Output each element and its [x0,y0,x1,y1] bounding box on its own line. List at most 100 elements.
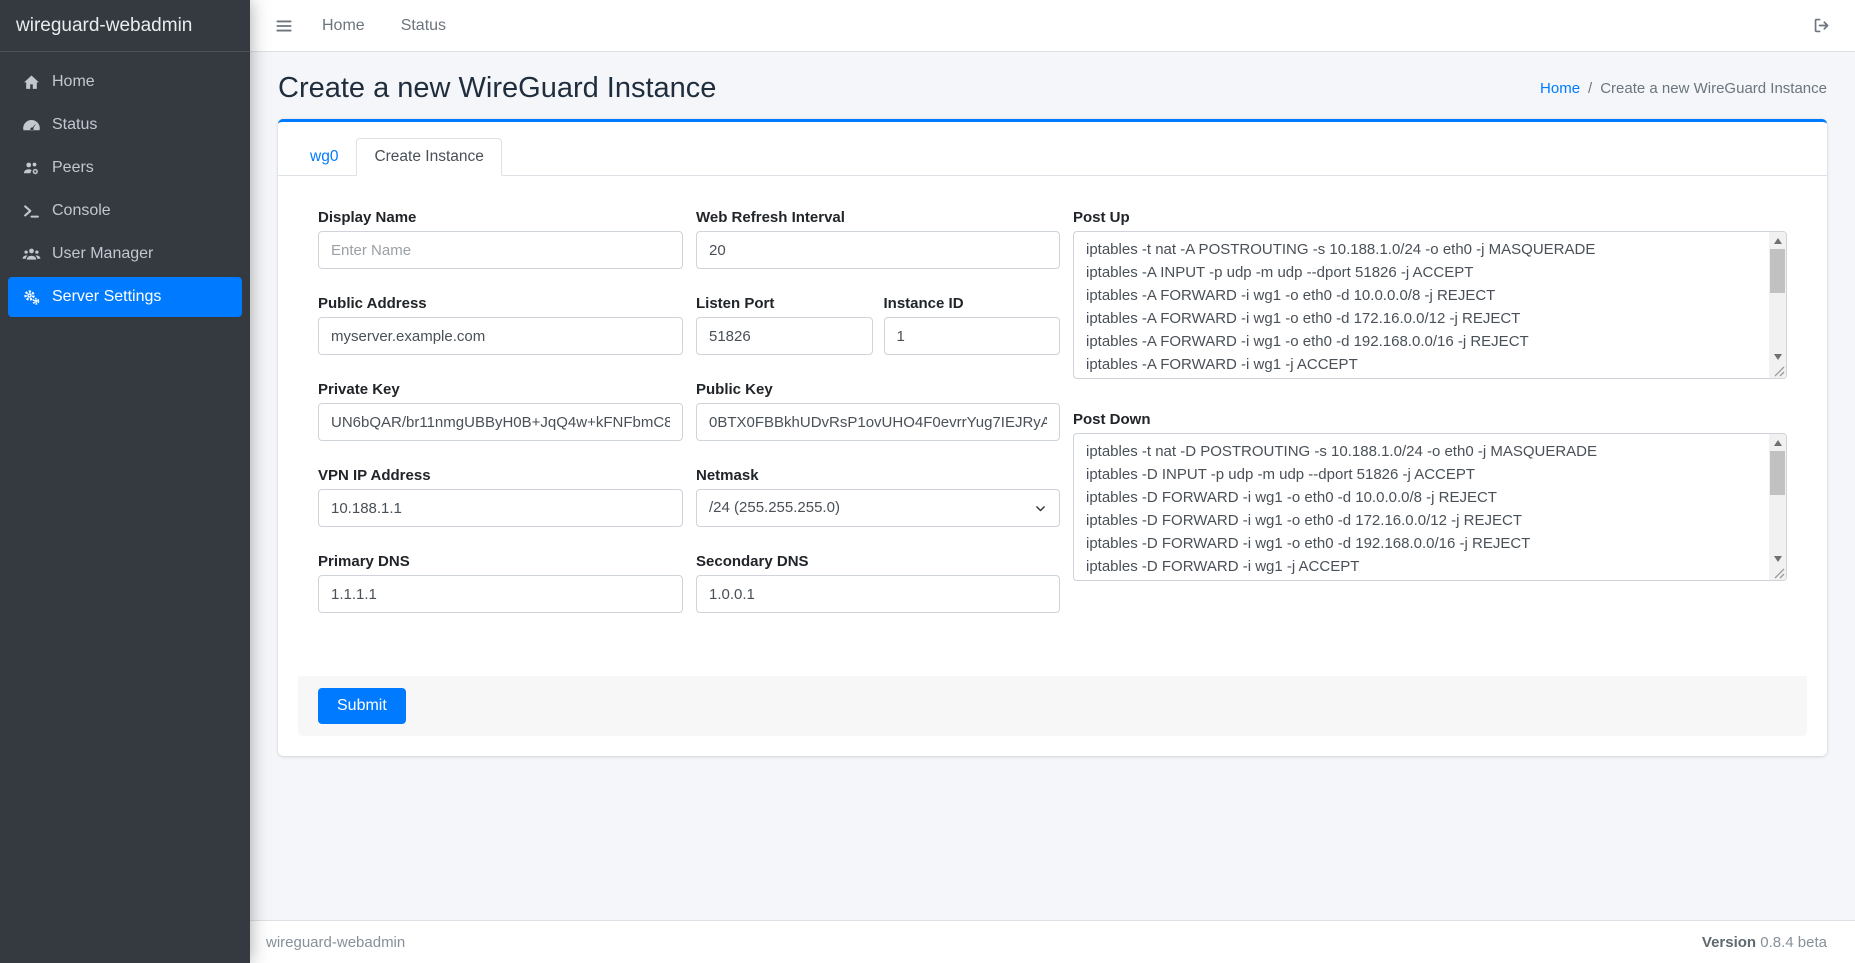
instance-tabs: wg0 Create Instance [278,122,1827,176]
private-key-group: Private Key [318,381,683,441]
brand-label: wireguard-webadmin [16,15,192,37]
users-gear-icon [16,159,46,178]
web-refresh-group: Web Refresh Interval [696,209,1060,269]
sidebar-item-label: Peers [52,159,94,177]
content-area: Create a new WireGuard Instance Home / C… [250,52,1855,920]
sidebar-item-label: Status [52,116,97,134]
post-up-scrollbar[interactable] [1769,232,1786,378]
public-key-group: Public Key [696,381,1060,441]
netmask-label: Netmask [696,467,1060,485]
post-up-wrap: iptables -t nat -A POSTROUTING -s 10.188… [1073,231,1787,379]
web-refresh-input[interactable] [696,231,1060,269]
scrollbar-thumb[interactable] [1770,249,1785,293]
sidebar-item-home[interactable]: Home [8,62,242,102]
triangle-down-icon [1774,556,1782,562]
breadcrumb: Home / Create a new WireGuard Instance [1540,80,1827,97]
app-root: wireguard-webadmin Home Status [0,0,1855,963]
hamburger-icon [274,16,294,36]
sidebar-item-console[interactable]: Console [8,191,242,231]
listen-port-input[interactable] [696,317,873,355]
instance-id-label: Instance ID [884,295,1061,313]
scroll-down-button[interactable] [1769,551,1786,566]
display-name-group: Display Name [318,209,683,269]
resize-grip-icon[interactable] [1774,366,1785,377]
secondary-dns-input[interactable] [696,575,1060,613]
gears-icon [16,288,46,307]
home-icon [16,73,46,92]
sidebar-item-label: User Manager [52,245,153,263]
sidebar-item-server-settings[interactable]: Server Settings [8,277,242,317]
scroll-down-button[interactable] [1769,349,1786,364]
form-column-middle: Web Refresh Interval Listen Port Instanc… [696,209,1060,639]
form-column-right: Post Up iptables -t nat -A POSTROUTING -… [1073,209,1787,639]
navbar-link-home[interactable]: Home [308,11,379,41]
public-address-input[interactable] [318,317,683,355]
instance-id-group: Instance ID [884,295,1061,355]
version-value: 0.8.4 beta [1760,934,1827,951]
web-refresh-label: Web Refresh Interval [696,209,1060,227]
vpn-ip-group: VPN IP Address [318,467,683,527]
create-instance-pane: Display Name Public Address Private Key [278,176,1827,756]
submit-button[interactable]: Submit [318,688,406,724]
public-address-group: Public Address [318,295,683,355]
sidebar-item-user-manager[interactable]: User Manager [8,234,242,274]
scrollbar-thumb[interactable] [1770,451,1785,495]
post-up-label: Post Up [1073,209,1787,227]
netmask-select[interactable]: /24 (255.255.255.0) [696,489,1060,527]
public-key-label: Public Key [696,381,1060,399]
page-footer: wireguard-webadmin Version 0.8.4 beta [250,920,1855,963]
form-actions: Submit [298,676,1807,736]
triangle-up-icon [1774,440,1782,446]
scroll-up-button[interactable] [1769,435,1786,450]
brand[interactable]: wireguard-webadmin [0,0,250,52]
instance-card: wg0 Create Instance Display Name Public [278,119,1827,756]
main-column: Home Status Create a new WireGuard Insta… [250,0,1855,963]
logout-button[interactable] [1806,12,1837,39]
netmask-selected-value: /24 (255.255.255.0) [709,490,840,526]
post-down-scrollbar[interactable] [1769,434,1786,580]
vpn-ip-label: VPN IP Address [318,467,683,485]
chevron-down-icon [1034,502,1047,515]
terminal-icon [16,202,46,221]
sidebar-item-peers[interactable]: Peers [8,148,242,188]
page-title: Create a new WireGuard Instance [278,72,716,105]
scroll-up-button[interactable] [1769,233,1786,248]
secondary-dns-label: Secondary DNS [696,553,1060,571]
version-label: Version [1702,934,1756,951]
sidebar-toggle-button[interactable] [268,12,300,40]
vpn-ip-input[interactable] [318,489,683,527]
sidebar-item-label: Console [52,202,111,220]
post-down-textarea[interactable]: iptables -t nat -D POSTROUTING -s 10.188… [1073,433,1787,581]
triangle-up-icon [1774,238,1782,244]
sidebar-item-status[interactable]: Status [8,105,242,145]
users-icon [16,245,46,264]
instance-id-input[interactable] [884,317,1061,355]
post-down-group: Post Down iptables -t nat -D POSTROUTING… [1073,411,1787,581]
primary-dns-label: Primary DNS [318,553,683,571]
tab-wg0[interactable]: wg0 [292,138,356,176]
instance-form: Display Name Public Address Private Key [298,189,1807,639]
sidebar: wireguard-webadmin Home Status [0,0,250,963]
primary-dns-input[interactable] [318,575,683,613]
display-name-input[interactable] [318,231,683,269]
triangle-down-icon [1774,354,1782,360]
secondary-dns-group: Secondary DNS [696,553,1060,613]
breadcrumb-home-link[interactable]: Home [1540,80,1580,97]
display-name-label: Display Name [318,209,683,227]
primary-dns-group: Primary DNS [318,553,683,613]
resize-grip-icon[interactable] [1774,568,1785,579]
breadcrumb-separator: / [1588,80,1592,97]
navbar-link-status[interactable]: Status [387,11,460,41]
private-key-label: Private Key [318,381,683,399]
sidebar-item-label: Home [52,73,95,91]
post-up-group: Post Up iptables -t nat -A POSTROUTING -… [1073,209,1787,379]
private-key-input[interactable] [318,403,683,441]
gauge-icon [16,116,46,135]
logout-icon [1812,16,1831,35]
port-id-row: Listen Port Instance ID [696,295,1060,381]
listen-port-group: Listen Port [696,295,873,355]
public-key-input[interactable] [696,403,1060,441]
post-down-wrap: iptables -t nat -D POSTROUTING -s 10.188… [1073,433,1787,581]
tab-create-instance[interactable]: Create Instance [356,138,501,176]
post-up-textarea[interactable]: iptables -t nat -A POSTROUTING -s 10.188… [1073,231,1787,379]
